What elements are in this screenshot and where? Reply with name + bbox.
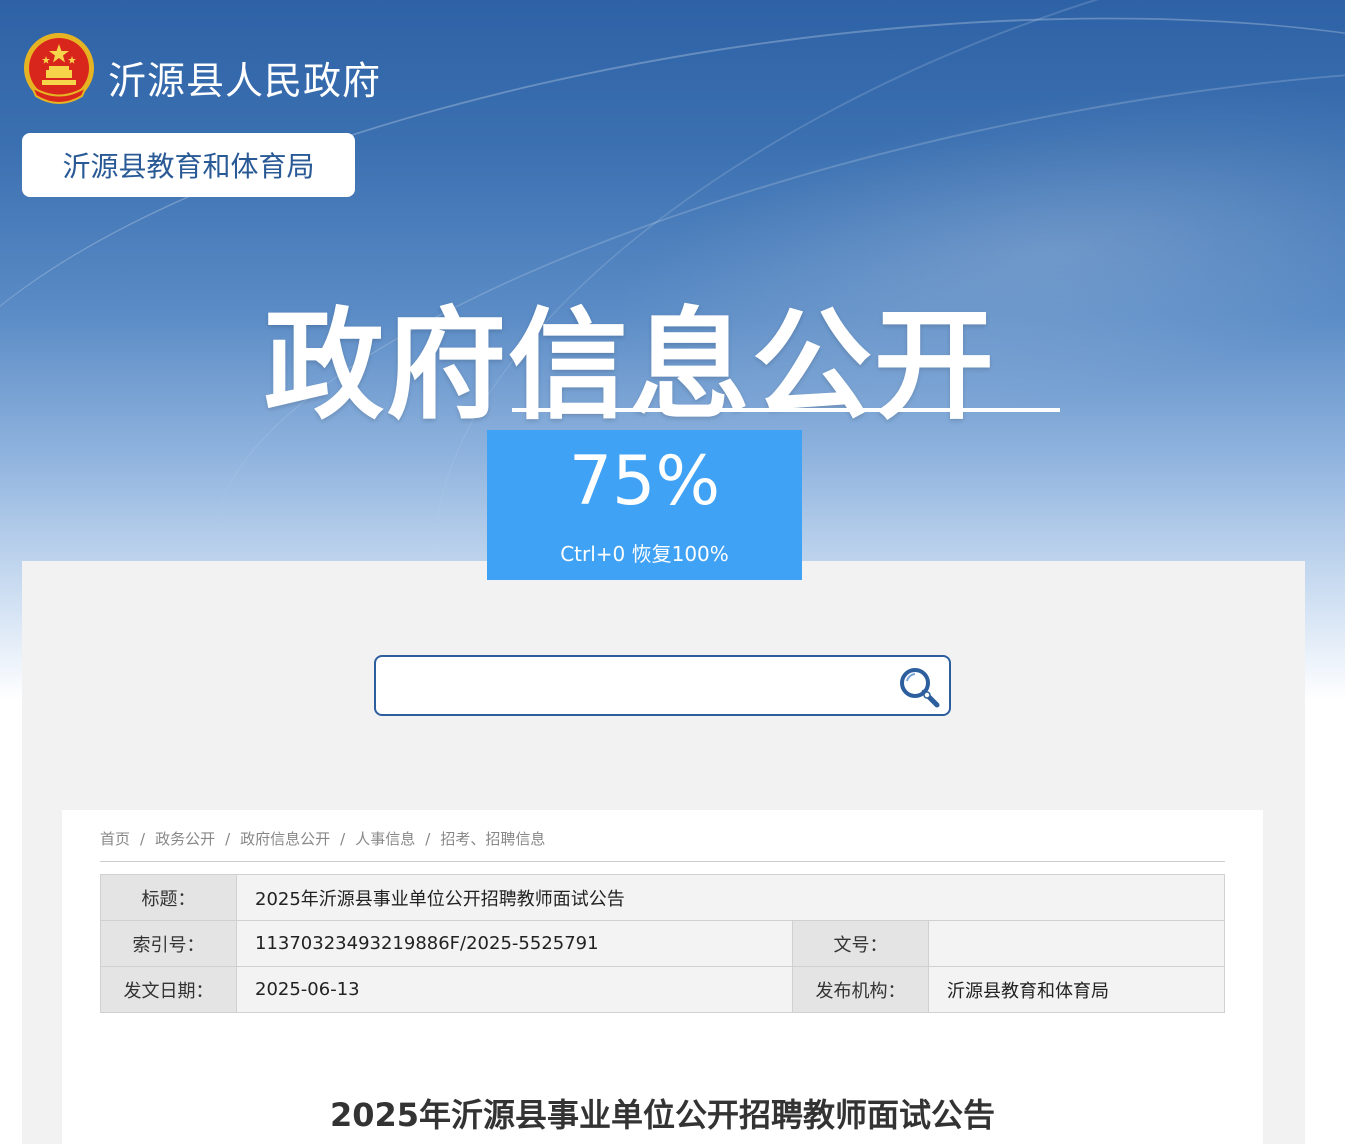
table-row: 发文日期： 2025-06-13 发布机构： 沂源县教育和体育局 bbox=[100, 966, 1225, 1013]
table-row: 标题： 2025年沂源县事业单位公开招聘教师面试公告 bbox=[100, 874, 1225, 921]
breadcrumb-personnel[interactable]: 人事信息 bbox=[355, 830, 415, 848]
breadcrumb: 首页 / 政务公开 / 政府信息公开 / 人事信息 / 招考、招聘信息 bbox=[100, 828, 545, 849]
article-content: 首页 / 政务公开 / 政府信息公开 / 人事信息 / 招考、招聘信息 标题： 2025年沂源县… bbox=[62, 810, 1263, 1144]
breadcrumb-recruitment[interactable]: 招考、招聘信息 bbox=[440, 830, 545, 848]
date-label: 发文日期： bbox=[100, 966, 237, 1013]
title-label: 标题： bbox=[100, 874, 237, 921]
national-emblem-icon[interactable] bbox=[22, 32, 96, 110]
docno-value bbox=[928, 920, 1225, 967]
breadcrumb-separator: / bbox=[425, 830, 431, 848]
breadcrumb-separator: / bbox=[140, 830, 146, 848]
zoom-level: 75% bbox=[568, 442, 721, 521]
hero-underline bbox=[512, 408, 1060, 412]
zoom-hint: Ctrl+0 恢复100% bbox=[560, 542, 729, 566]
breadcrumb-separator: / bbox=[340, 830, 346, 848]
breadcrumb-home[interactable]: 首页 bbox=[100, 830, 130, 848]
hero-title: 政府信息公开 bbox=[264, 297, 996, 436]
site-name[interactable]: 沂源县人民政府 bbox=[108, 50, 381, 105]
docno-label: 文号： bbox=[792, 920, 929, 967]
document-meta-table: 标题： 2025年沂源县事业单位公开招聘教师面试公告 索引号： 11370323… bbox=[100, 874, 1225, 1013]
index-value: 11370323493219886F/2025-5525791 bbox=[236, 920, 793, 967]
search-input[interactable] bbox=[386, 665, 886, 707]
breadcrumb-divider bbox=[100, 861, 1225, 862]
search-icon[interactable] bbox=[897, 665, 941, 709]
date-value: 2025-06-13 bbox=[236, 966, 793, 1013]
org-label: 发布机构： bbox=[792, 966, 929, 1013]
breadcrumb-separator: / bbox=[225, 830, 231, 848]
department-badge[interactable]: 沂源县教育和体育局 bbox=[22, 133, 355, 197]
table-row: 索引号： 11370323493219886F/2025-5525791 文号： bbox=[100, 920, 1225, 967]
department-name: 沂源县教育和体育局 bbox=[62, 150, 315, 183]
article-title: 2025年沂源县事业单位公开招聘教师面试公告 bbox=[329, 1096, 996, 1134]
org-value: 沂源县教育和体育局 bbox=[928, 966, 1225, 1013]
zoom-indicator: 75% Ctrl+0 恢复100% bbox=[487, 430, 802, 580]
breadcrumb-info-disclosure[interactable]: 政府信息公开 bbox=[240, 830, 330, 848]
title-value: 2025年沂源县事业单位公开招聘教师面试公告 bbox=[236, 874, 1225, 921]
search-bar bbox=[374, 655, 951, 716]
breadcrumb-gov-affairs[interactable]: 政务公开 bbox=[155, 830, 215, 848]
index-label: 索引号： bbox=[100, 920, 237, 967]
